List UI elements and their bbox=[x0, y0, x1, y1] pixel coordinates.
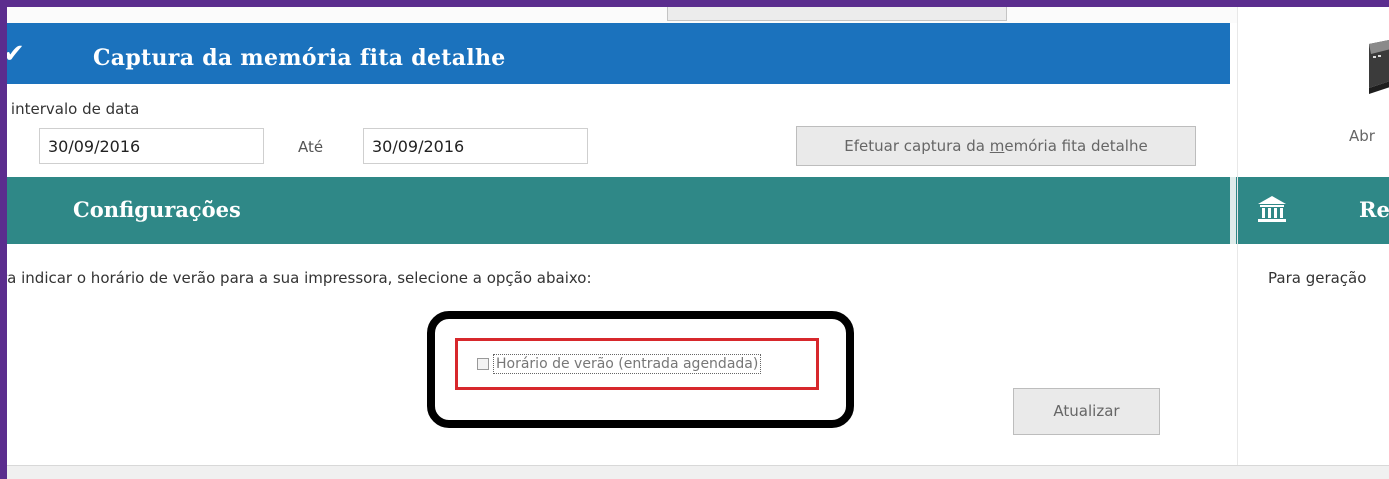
from-date-input[interactable]: 30/09/2016 bbox=[39, 128, 264, 164]
to-label: Até bbox=[298, 138, 324, 156]
annotation-highlight-box bbox=[427, 311, 854, 428]
app-window: ✔ Captura da memória fita detalhe r inte… bbox=[7, 7, 1389, 479]
header-divider bbox=[1230, 177, 1236, 244]
printer-icon bbox=[1369, 40, 1389, 94]
config-section-title: Configurações bbox=[73, 197, 241, 222]
top-button[interactable] bbox=[667, 7, 1007, 21]
capture-memory-button[interactable]: Efetuar captura da memória fita detalhe bbox=[796, 126, 1196, 166]
right-panel-divider bbox=[1237, 7, 1238, 477]
capture-button-accelerator: m bbox=[989, 137, 1005, 155]
right-panel-description: Para geração bbox=[1268, 269, 1367, 287]
update-button[interactable]: Atualizar bbox=[1013, 388, 1160, 435]
top-strip bbox=[7, 7, 1237, 23]
bank-icon bbox=[1258, 196, 1286, 222]
config-section-header: Configurações Re bbox=[7, 177, 1389, 244]
open-label: Abr bbox=[1349, 127, 1375, 145]
capture-button-text-post: emória fita detalhe bbox=[1004, 137, 1148, 155]
to-date-input[interactable]: 30/09/2016 bbox=[363, 128, 588, 164]
dst-instruction: ra indicar o horário de verão para a sua… bbox=[7, 269, 592, 287]
interval-label: r intervalo de data bbox=[7, 100, 140, 118]
checkmark-icon: ✔ bbox=[7, 39, 25, 69]
right-section-title: Re bbox=[1359, 197, 1389, 222]
capture-section-title: Captura da memória fita detalhe bbox=[93, 45, 506, 71]
bottom-bar bbox=[7, 465, 1389, 479]
capture-button-text-pre: Efetuar captura da bbox=[844, 137, 990, 155]
capture-section-header: ✔ Captura da memória fita detalhe bbox=[7, 23, 1230, 84]
